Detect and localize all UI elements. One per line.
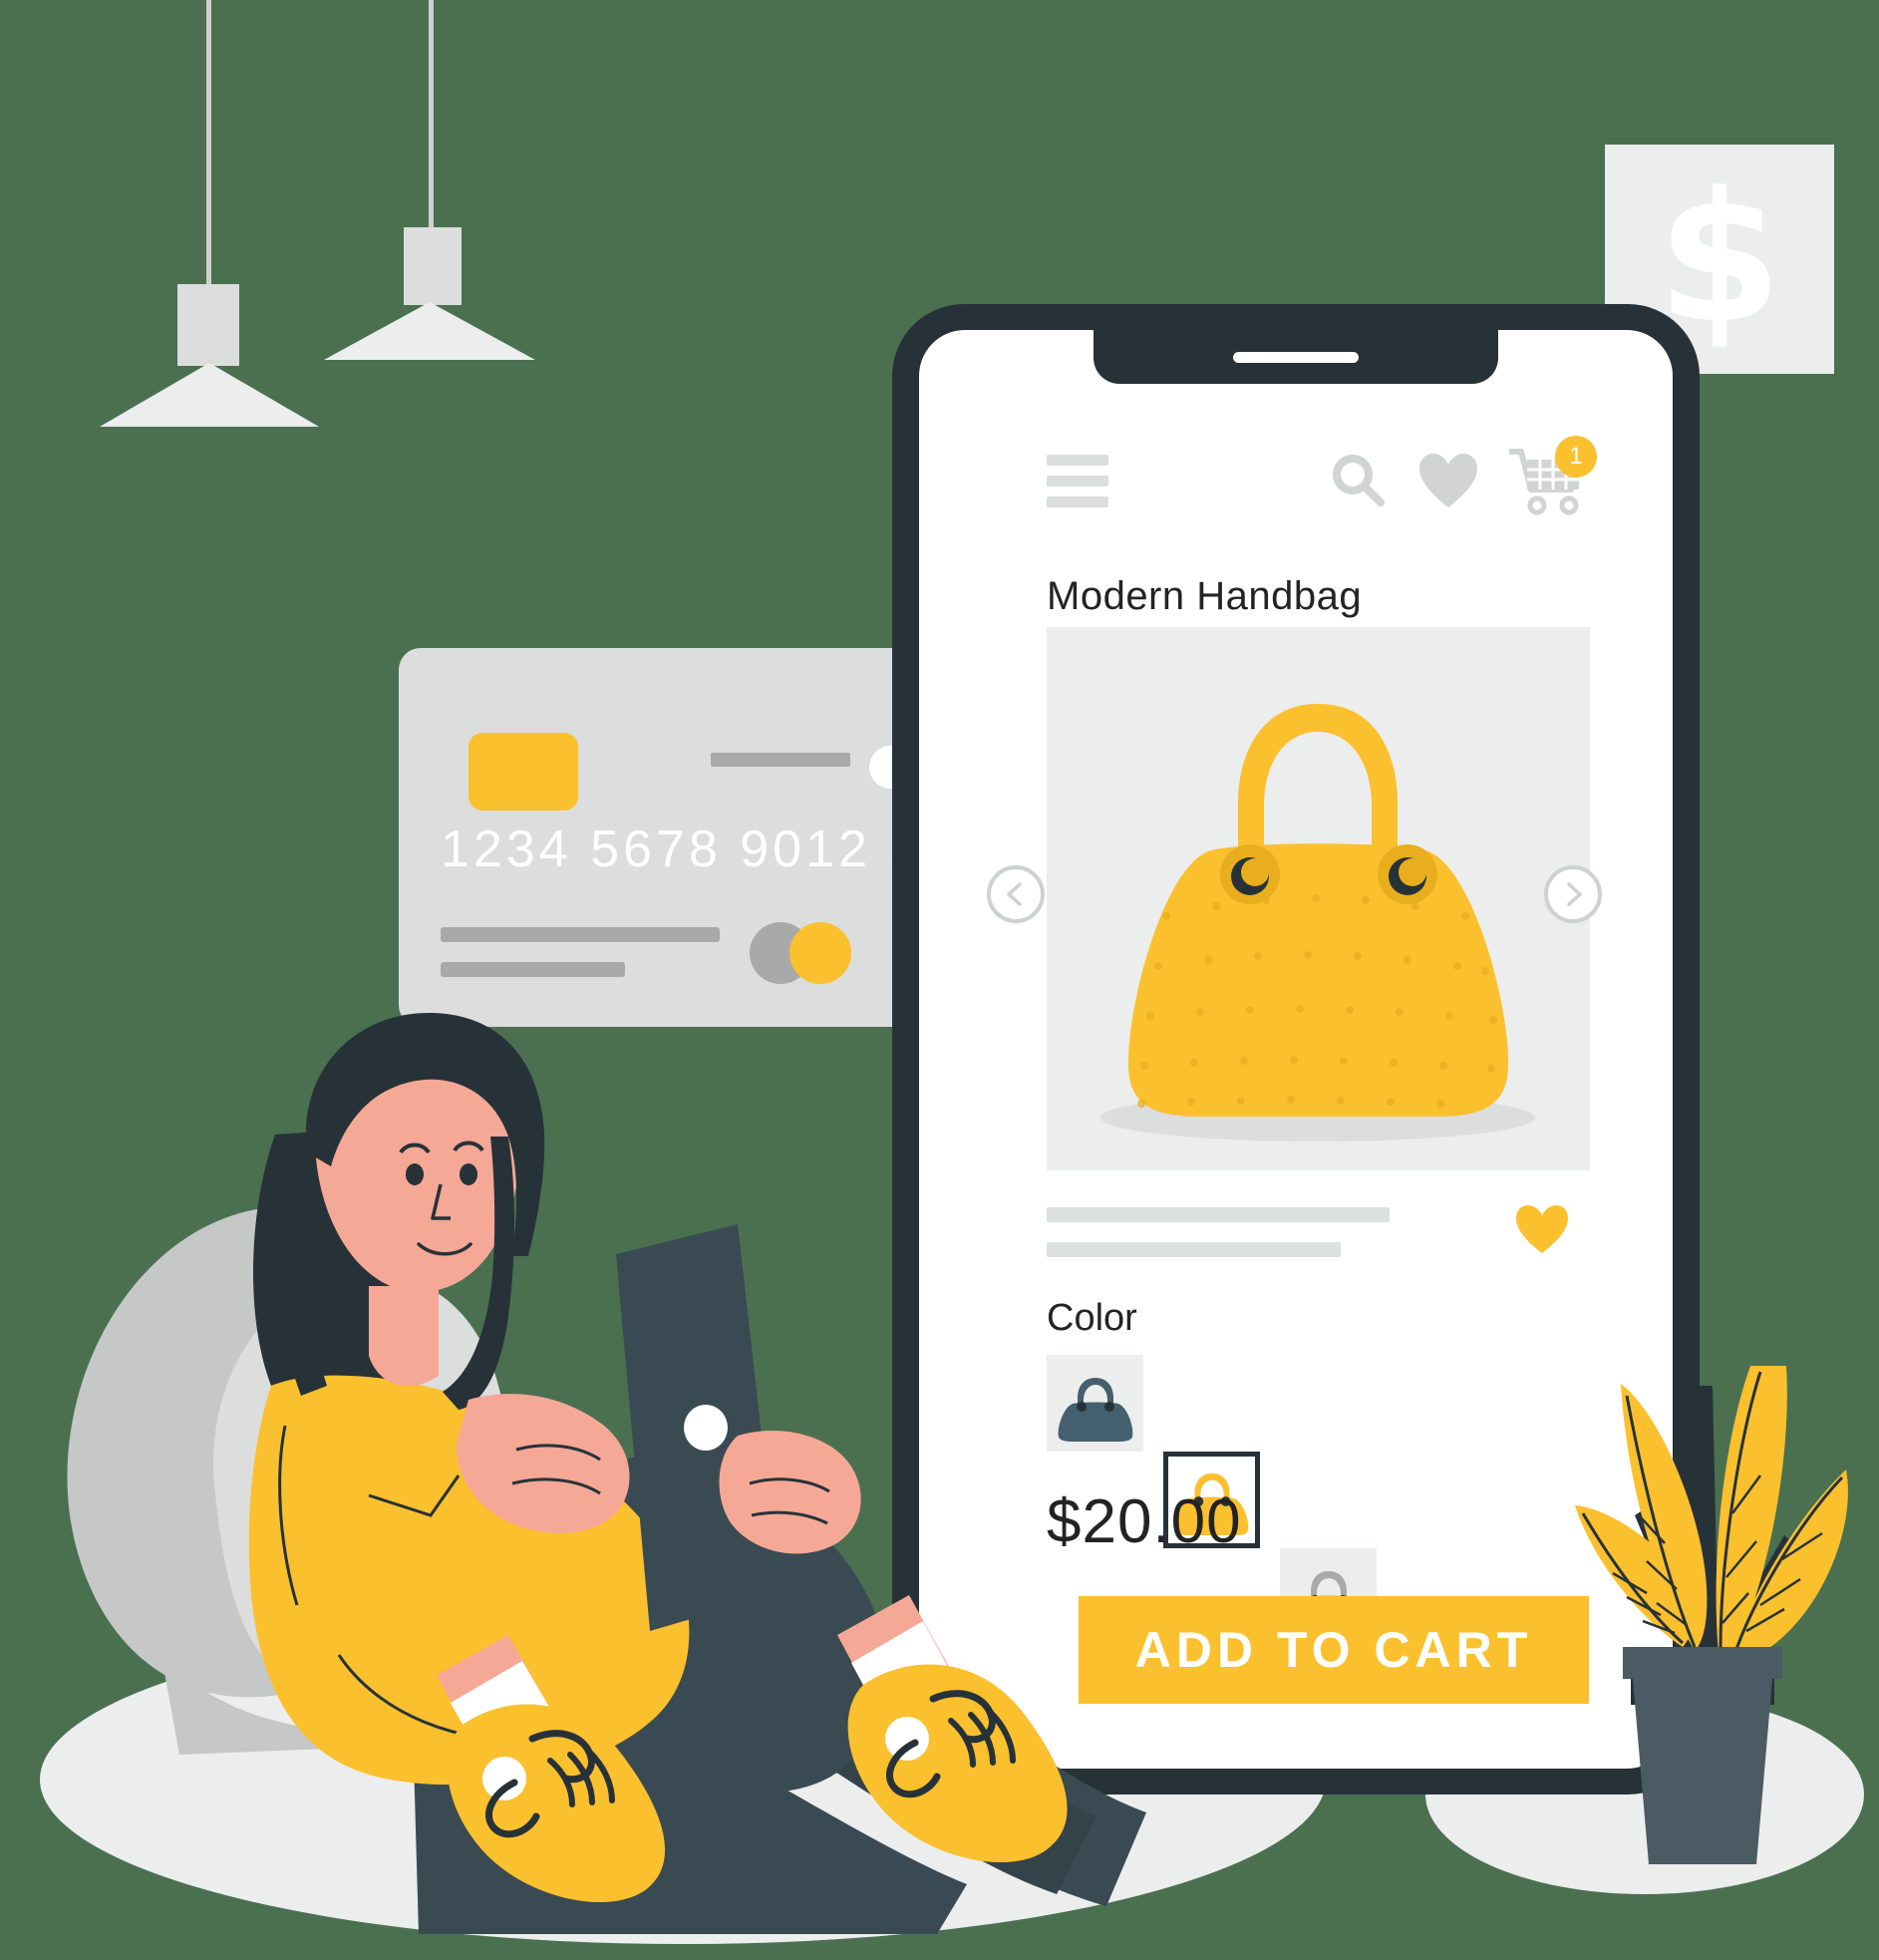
- notch-speaker: [1233, 352, 1359, 363]
- card-line-1: [441, 927, 720, 942]
- cart-badge: 1: [1555, 436, 1597, 478]
- chevron-left-icon: [1007, 882, 1022, 906]
- lamp-neck-left: [177, 284, 239, 366]
- heart-filled-icon: [1516, 1205, 1568, 1253]
- lamp-shade-right: [324, 302, 535, 360]
- carousel-next-button[interactable]: [1544, 865, 1602, 923]
- lamp-neck-right: [404, 227, 462, 305]
- search-icon[interactable]: [1326, 448, 1390, 511]
- lamp-cord-left: [206, 0, 211, 289]
- phone-notch: [1094, 330, 1498, 384]
- illustration-scene: $ 1234 5678 9012 345 1 Modern Handbag Co…: [0, 0, 1879, 1960]
- sneaker-right: [837, 1595, 1068, 1863]
- cart-badge-count: 1: [1569, 443, 1583, 470]
- woman-using-tablet: [40, 957, 1346, 1934]
- chevron-right-icon: [1567, 882, 1582, 906]
- card-chip: [469, 733, 578, 811]
- pendant-lamp-right: [324, 0, 538, 379]
- lamp-cord-right: [429, 0, 434, 231]
- shopping-cart-icon[interactable]: 1: [1508, 436, 1597, 515]
- card-gray-bar: [711, 753, 850, 767]
- hamburger-bar-2: [1047, 476, 1108, 487]
- hamburger-bar-3: [1047, 496, 1108, 507]
- favorite-heart-button[interactable]: [1514, 1203, 1570, 1255]
- pendant-lamp-left: [100, 0, 319, 429]
- hamburger-bar-1: [1047, 455, 1108, 466]
- lamp-shade-left: [100, 363, 319, 427]
- heart-icon[interactable]: [1417, 452, 1479, 509]
- app-header: 1: [919, 428, 1673, 537]
- page-title: Modern Handbag: [1047, 574, 1363, 618]
- potted-plant: [1535, 1366, 1874, 1874]
- dollar-glyph: $: [1657, 155, 1782, 364]
- carousel-prev-button[interactable]: [987, 865, 1045, 923]
- hamburger-menu-icon[interactable]: [1047, 455, 1108, 507]
